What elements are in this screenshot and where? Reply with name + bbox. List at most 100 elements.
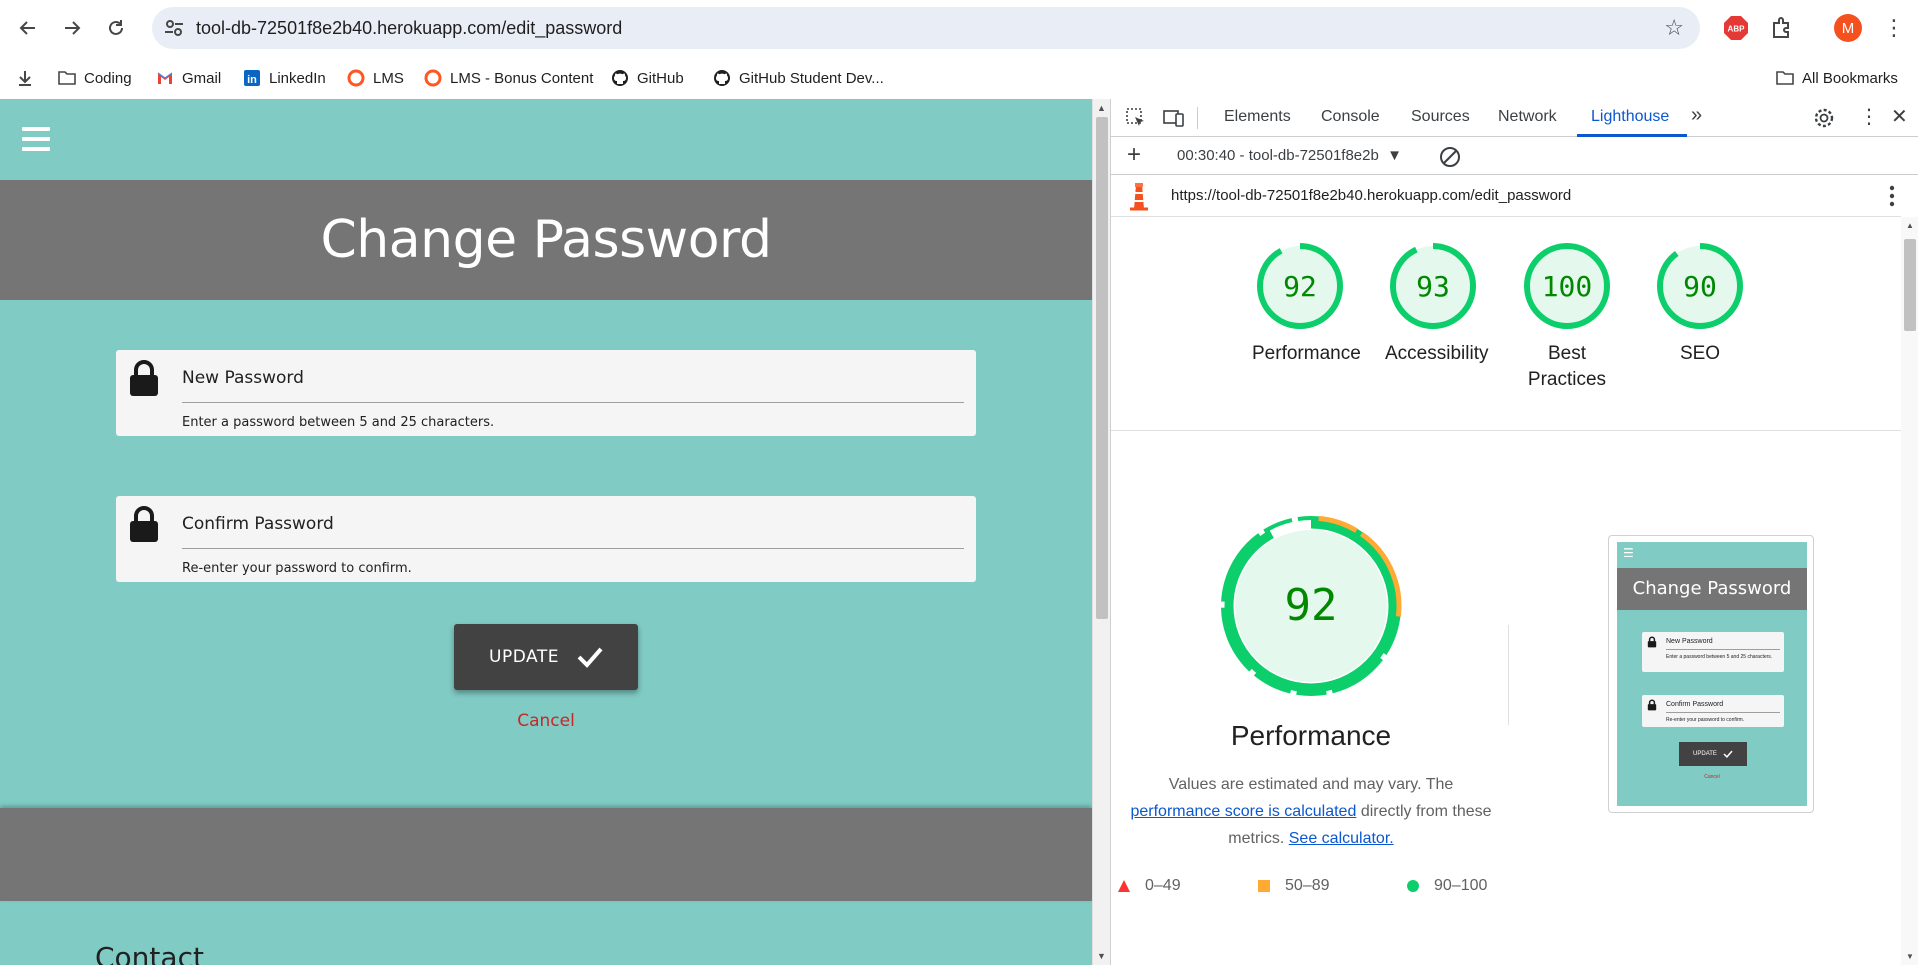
site-header: [0, 99, 1092, 180]
devtools-scrollbar[interactable]: ▲ ▼: [1901, 217, 1918, 965]
tab-divider: [1197, 107, 1198, 129]
new-password-label: New Password: [182, 368, 304, 388]
bookmark-gmail[interactable]: Gmail: [156, 65, 221, 91]
input-underline: [182, 548, 964, 549]
report-menu-icon[interactable]: [1889, 185, 1895, 207]
address-bar[interactable]: tool-db-72501f8e2b40.herokuapp.com/edit_…: [152, 7, 1700, 49]
page-scrollbar[interactable]: ▲ ▼: [1092, 99, 1110, 965]
bookmark-lms-bonus[interactable]: LMS - Bonus Content: [424, 65, 593, 91]
back-icon[interactable]: [14, 14, 42, 42]
downloads-icon[interactable]: [16, 65, 34, 91]
browser-menu-icon[interactable]: ⋮: [1880, 14, 1908, 42]
footer-band: [0, 808, 1092, 901]
lms-icon: [347, 69, 365, 87]
lock-icon: [1647, 636, 1657, 648]
cancel-link[interactable]: Cancel: [0, 711, 1092, 731]
more-tabs-icon[interactable]: »: [1691, 104, 1702, 127]
bookmark-coding[interactable]: Coding: [58, 65, 132, 91]
close-devtools-icon[interactable]: ✕: [1891, 104, 1908, 129]
scroll-up-icon[interactable]: ▲: [1097, 103, 1106, 113]
update-button[interactable]: UPDATE: [454, 624, 638, 690]
bookmark-label: LMS - Bonus Content: [450, 69, 594, 87]
tab-console[interactable]: Console: [1321, 108, 1380, 126]
gauge-accessibility[interactable]: 93 Accessibility: [1385, 241, 1489, 367]
bookmark-lms[interactable]: LMS: [347, 65, 404, 91]
tab-elements[interactable]: Elements: [1224, 108, 1291, 126]
extensions-puzzle-icon[interactable]: [1768, 14, 1796, 42]
page-scrollbar-thumb[interactable]: [1096, 117, 1108, 619]
new-report-icon[interactable]: +: [1127, 141, 1141, 169]
reload-icon[interactable]: [102, 14, 130, 42]
performance-title: Performance: [1230, 720, 1392, 751]
thumbnail-page: ☰ Change Password New Password Enter a p…: [1617, 542, 1807, 806]
thumbnail-update-label: UPDATE: [1693, 751, 1717, 757]
lighthouse-logo-icon: [1130, 183, 1148, 211]
tab-sources[interactable]: Sources: [1411, 108, 1470, 126]
thumbnail-title-band: Change Password: [1617, 568, 1807, 610]
address-url[interactable]: tool-db-72501f8e2b40.herokuapp.com/edit_…: [196, 18, 622, 39]
confirm-password-label: Confirm Password: [182, 514, 334, 534]
confirm-password-field[interactable]: Confirm Password Re-enter your password …: [116, 496, 976, 582]
score-calculated-link[interactable]: performance score is calculated: [1130, 803, 1356, 820]
checkmark-icon: [577, 647, 603, 668]
all-bookmarks-label: All Bookmarks: [1802, 69, 1898, 87]
bookmark-linkedin[interactable]: in LinkedIn: [243, 65, 326, 91]
devtools-scrollbar-thumb[interactable]: [1904, 239, 1916, 331]
report-divider: [1111, 430, 1901, 431]
thumbnail-label: Confirm Password: [1666, 701, 1724, 708]
settings-gear-icon[interactable]: [1813, 107, 1835, 129]
bookmarks-bar: Coding Gmail in LinkedIn LMS LMS - Bonus…: [0, 57, 1918, 99]
forward-icon[interactable]: [58, 14, 86, 42]
profile-avatar[interactable]: M: [1834, 14, 1862, 42]
scroll-up-icon[interactable]: ▲: [1906, 221, 1914, 230]
score-legend: 0–49 50–89 90–100: [1111, 877, 1511, 901]
scroll-down-icon[interactable]: ▼: [1906, 952, 1914, 961]
legend-fail: 0–49: [1117, 877, 1181, 895]
lms-icon: [424, 69, 442, 87]
new-password-field[interactable]: New Password Enter a password between 5 …: [116, 350, 976, 436]
svg-text:in: in: [247, 74, 257, 86]
adblock-plus-icon[interactable]: ABP: [1722, 14, 1750, 42]
web-page: Change Password New Password Enter a pas…: [0, 99, 1092, 965]
page-screenshot-thumbnail[interactable]: ☰ Change Password New Password Enter a p…: [1608, 535, 1814, 813]
thumbnail-helper: Re-enter your password to confirm.: [1666, 717, 1745, 723]
gauge-seo[interactable]: 90 SEO: [1652, 241, 1748, 367]
report-selector[interactable]: 00:30:40 - tool-db-72501f8e2b ▼: [1177, 147, 1402, 164]
inspect-element-icon[interactable]: [1125, 107, 1147, 129]
github-icon: [714, 70, 730, 86]
svg-text:ABP: ABP: [1728, 25, 1746, 34]
scroll-down-icon[interactable]: ▼: [1097, 951, 1106, 961]
bookmark-label: LinkedIn: [269, 69, 326, 87]
lock-icon: [130, 506, 158, 542]
tab-lighthouse[interactable]: Lighthouse: [1591, 108, 1669, 126]
device-toolbar-icon[interactable]: [1163, 107, 1185, 129]
footer-contact-heading: Contact: [95, 941, 204, 965]
report-url[interactable]: https://tool-db-72501f8e2b40.herokuapp.c…: [1171, 187, 1571, 204]
vertical-divider: [1508, 625, 1509, 725]
square-icon: [1258, 880, 1270, 892]
tab-network[interactable]: Network: [1498, 108, 1557, 126]
gauge-performance[interactable]: 92 Performance: [1252, 241, 1361, 367]
see-calculator-link[interactable]: See calculator.: [1289, 830, 1394, 847]
bookmark-github[interactable]: GitHub: [611, 65, 684, 91]
update-button-label: UPDATE: [489, 647, 559, 667]
gauge-label: Accessibility: [1385, 343, 1489, 364]
lighthouse-toolbar: + 00:30:40 - tool-db-72501f8e2b ▼: [1111, 137, 1918, 175]
title-band: Change Password: [0, 180, 1092, 300]
thumbnail-underline: [1666, 712, 1780, 713]
bookmark-github-student[interactable]: GitHub Student Dev...: [713, 65, 884, 91]
cancel-label[interactable]: Cancel: [517, 711, 575, 731]
hamburger-menu-icon: ☰: [1623, 546, 1634, 560]
browser-toolbar: tool-db-72501f8e2b40.herokuapp.com/edit_…: [0, 0, 1918, 57]
gmail-icon: [157, 72, 173, 84]
site-info-icon[interactable]: [162, 16, 186, 40]
input-underline: [182, 402, 964, 403]
devtools-menu-icon[interactable]: ⋮: [1859, 104, 1879, 129]
devtools-tab-bar: Elements Console Sources Network Lightho…: [1111, 99, 1918, 137]
gauge-best-practices[interactable]: 100 Best Practices: [1519, 241, 1615, 393]
bookmark-star-icon[interactable]: ☆: [1664, 15, 1684, 41]
clear-reports-icon[interactable]: [1439, 146, 1461, 168]
all-bookmarks[interactable]: All Bookmarks: [1776, 65, 1898, 91]
hamburger-menu-icon[interactable]: [22, 127, 50, 151]
folder-icon: [58, 71, 76, 85]
